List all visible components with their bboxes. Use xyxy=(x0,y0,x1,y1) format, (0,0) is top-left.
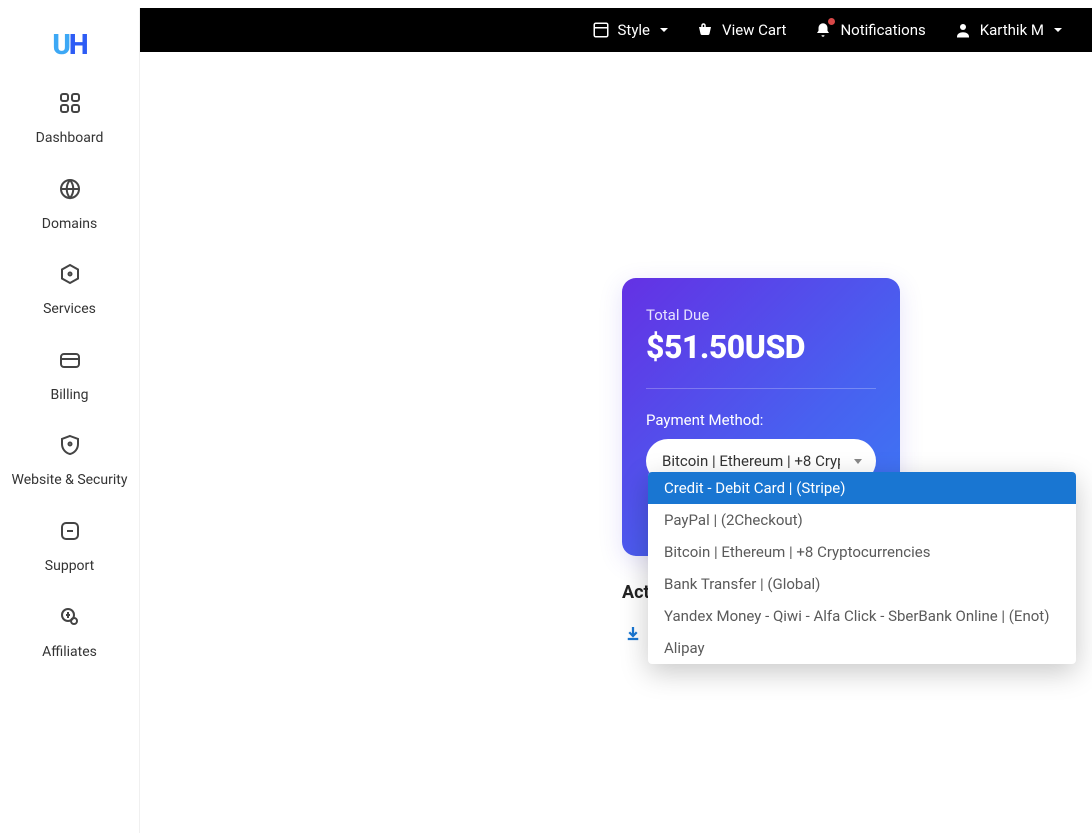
view-cart-label: View Cart xyxy=(722,21,786,39)
payment-option[interactable]: Alipay xyxy=(648,632,1076,664)
main-area: Total Due $51.50USD Payment Method: Bitc… xyxy=(140,52,1092,833)
sidebar-item-dashboard[interactable]: Dashboard xyxy=(0,91,139,149)
coins-icon xyxy=(58,605,82,629)
layout-icon xyxy=(592,21,610,39)
payment-option[interactable]: Yandex Money - Qiwi - Alfa Click - SberB… xyxy=(648,600,1076,632)
sidebar-item-label: Website & Security xyxy=(12,471,128,491)
notifications-label: Notifications xyxy=(840,21,925,39)
payment-method-selected: Bitcoin | Ethereum | +8 Cryp xyxy=(662,452,840,470)
sidebar-item-label: Services xyxy=(43,300,96,320)
sidebar-item-services[interactable]: Services xyxy=(0,262,139,320)
cart-icon xyxy=(696,21,714,39)
credit-card-icon xyxy=(58,348,82,372)
user-menu[interactable]: Karthik M xyxy=(954,21,1062,39)
total-due-label: Total Due xyxy=(646,306,876,324)
globe-icon xyxy=(58,177,82,201)
sidebar-item-security[interactable]: Website & Security xyxy=(0,433,139,491)
actions-heading: Act xyxy=(622,582,650,603)
sidebar-item-affiliates[interactable]: Affiliates xyxy=(0,605,139,663)
sidebar-item-label: Billing xyxy=(51,386,89,406)
payment-method-label: Payment Method: xyxy=(646,411,876,429)
user-icon xyxy=(954,21,972,39)
style-label: Style xyxy=(618,21,651,39)
style-dropdown[interactable]: Style xyxy=(592,21,669,39)
sidebar-item-label: Support xyxy=(45,557,94,577)
notifications-button[interactable]: Notifications xyxy=(814,21,925,39)
sidebar-item-support[interactable]: Support xyxy=(0,519,139,577)
bell-icon xyxy=(814,21,832,39)
user-name: Karthik M xyxy=(980,21,1044,39)
logo: UH xyxy=(52,28,86,61)
sidebar: UH Dashboard Domains Services Billing We… xyxy=(0,8,140,833)
sidebar-item-label: Affiliates xyxy=(42,643,97,663)
caret-down-icon xyxy=(660,28,668,32)
download-icon[interactable] xyxy=(624,624,642,642)
topbar: Style View Cart Notifications Karthik M xyxy=(140,8,1092,52)
total-due-amount: $51.50USD xyxy=(646,328,876,366)
view-cart-button[interactable]: View Cart xyxy=(696,21,786,39)
caret-down-icon xyxy=(1054,28,1062,32)
sidebar-item-label: Dashboard xyxy=(36,129,104,149)
payment-option[interactable]: Bank Transfer | (Global) xyxy=(648,568,1076,600)
minus-square-icon xyxy=(58,519,82,543)
divider xyxy=(646,388,876,389)
payment-method-dropdown: Credit - Debit Card | (Stripe) PayPal | … xyxy=(648,472,1076,664)
payment-option[interactable]: Bitcoin | Ethereum | +8 Cryptocurrencies xyxy=(648,536,1076,568)
sidebar-item-label: Domains xyxy=(42,215,97,235)
sidebar-item-domains[interactable]: Domains xyxy=(0,177,139,235)
shield-icon xyxy=(58,433,82,457)
grid-icon xyxy=(58,91,82,115)
chevron-down-icon xyxy=(854,459,862,464)
payment-option[interactable]: Credit - Debit Card | (Stripe) xyxy=(648,472,1076,504)
sidebar-item-billing[interactable]: Billing xyxy=(0,348,139,406)
payment-option[interactable]: PayPal | (2Checkout) xyxy=(648,504,1076,536)
hexagon-icon xyxy=(58,262,82,286)
notification-badge xyxy=(828,18,835,25)
